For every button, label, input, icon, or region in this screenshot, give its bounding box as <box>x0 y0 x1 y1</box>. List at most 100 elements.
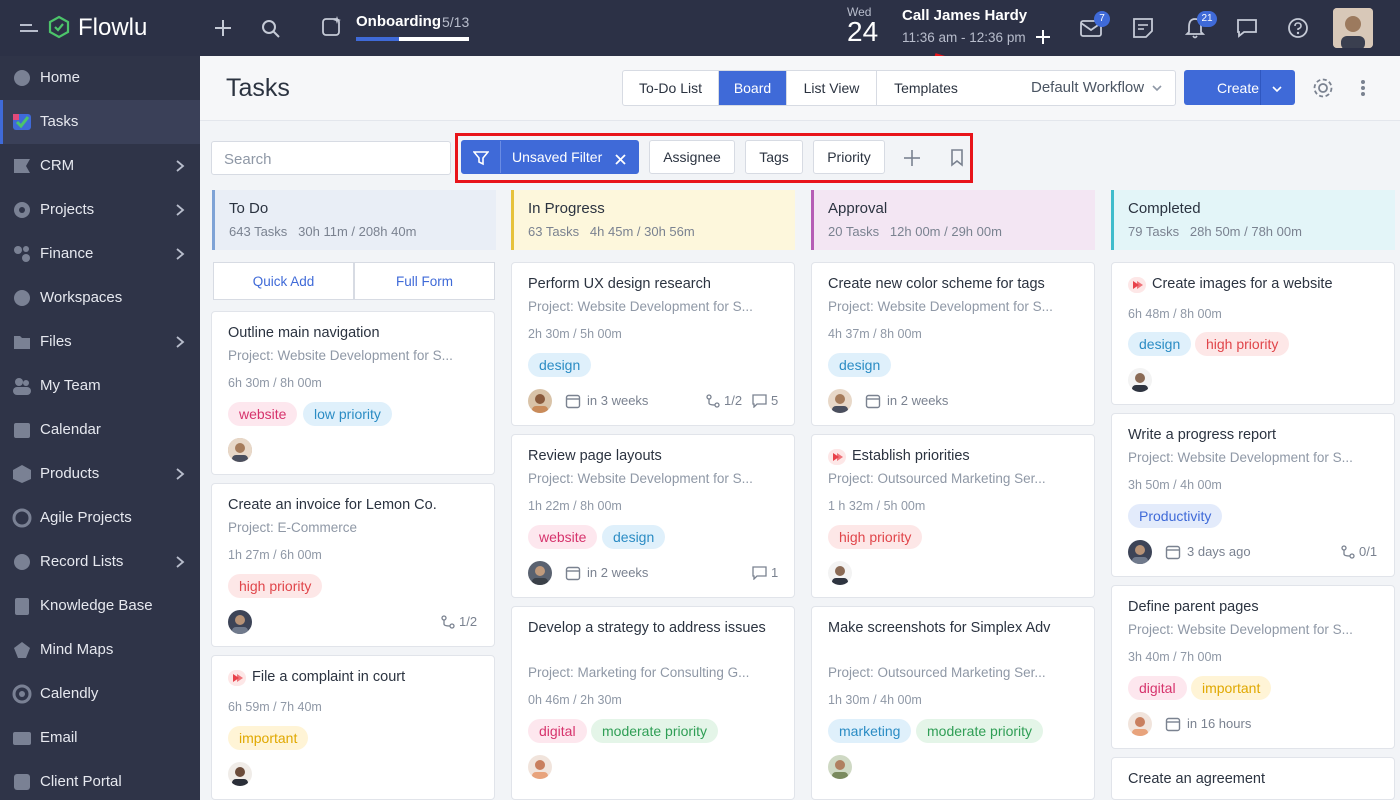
tag[interactable]: high priority <box>1195 332 1290 356</box>
task-title[interactable]: File a complaint in court <box>252 666 507 688</box>
task-title[interactable]: Develop a strategy to address issues <box>528 617 783 639</box>
task-card[interactable]: File a complaint in court 6h 59m / 7h 40… <box>211 655 495 800</box>
task-title[interactable]: Define parent pages <box>1128 596 1383 618</box>
view-list-view[interactable]: List View <box>787 71 877 105</box>
assignee-avatar[interactable] <box>828 389 852 413</box>
quick-add-button[interactable]: Quick Add <box>213 262 354 300</box>
tag[interactable]: important <box>228 726 309 750</box>
sidebar-item-files[interactable]: Files <box>0 320 200 364</box>
event-title[interactable]: Call James Hardy <box>902 7 1027 24</box>
task-card[interactable]: Review page layouts Project: Website Dev… <box>511 434 795 598</box>
sidebar-item-products[interactable]: Products <box>0 452 200 496</box>
workflow-select[interactable]: Default Workflow <box>1031 79 1144 96</box>
sidebar-item-email[interactable]: Email <box>0 716 200 760</box>
menu-icon[interactable] <box>20 20 38 36</box>
task-title[interactable]: Create an invoice for Lemon Co. <box>228 494 483 516</box>
assignee-avatar[interactable] <box>828 755 852 779</box>
bookmark-icon[interactable] <box>950 149 964 167</box>
onboarding-icon[interactable] <box>320 14 344 38</box>
sidebar-item-tasks[interactable]: Tasks <box>0 100 200 144</box>
sidebar-item-home[interactable]: Home <box>0 56 200 100</box>
help-icon[interactable] <box>1287 17 1309 39</box>
sidebar-item-finance[interactable]: Finance <box>0 232 200 276</box>
sidebar-item-calendar[interactable]: Calendar <box>0 408 200 452</box>
search-input[interactable]: Search <box>211 141 451 175</box>
tag[interactable]: design <box>602 525 666 549</box>
task-card[interactable]: Create an invoice for Lemon Co. Project:… <box>211 483 495 647</box>
onboarding-label[interactable]: Onboarding <box>356 13 441 30</box>
assignee-avatar[interactable] <box>1128 368 1152 392</box>
sidebar-item-projects[interactable]: Projects <box>0 188 200 232</box>
tag[interactable]: digital <box>1128 676 1187 700</box>
task-title[interactable]: Create new color scheme for tags <box>828 273 1083 295</box>
tag[interactable]: high priority <box>228 574 323 598</box>
full-form-button[interactable]: Full Form <box>354 262 495 300</box>
assignee-avatar[interactable] <box>528 755 552 779</box>
tag[interactable]: low priority <box>303 402 392 426</box>
task-card[interactable]: Perform UX design research Project: Webs… <box>511 262 795 426</box>
sidebar-item-mind-maps[interactable]: Mind Maps <box>0 628 200 672</box>
tag[interactable]: website <box>228 402 298 426</box>
assignee-filter[interactable]: Assignee <box>649 140 735 174</box>
task-title[interactable]: Review page layouts <box>528 445 783 467</box>
task-title[interactable]: Write a progress report <box>1128 424 1383 446</box>
task-card[interactable]: Create images for a website 6h 48m / 8h … <box>1111 262 1395 405</box>
priority-filter[interactable]: Priority <box>813 140 885 174</box>
task-card[interactable]: Write a progress report Project: Website… <box>1111 413 1395 577</box>
tag[interactable]: website <box>528 525 598 549</box>
tag[interactable]: marketing <box>828 719 912 743</box>
assignee-avatar[interactable] <box>528 389 552 413</box>
sidebar-item-calendly[interactable]: Calendly <box>0 672 200 716</box>
add-event-icon[interactable] <box>1035 29 1051 45</box>
tags-filter[interactable]: Tags <box>745 140 803 174</box>
tag[interactable]: high priority <box>828 525 923 549</box>
chevron-down-icon[interactable] <box>1151 81 1163 93</box>
assignee-avatar[interactable] <box>228 610 252 634</box>
close-icon[interactable] <box>615 152 626 165</box>
add-filter-icon[interactable] <box>903 149 921 167</box>
sidebar-item-crm[interactable]: CRM <box>0 144 200 188</box>
search-icon[interactable] <box>261 19 281 39</box>
task-title[interactable]: Create images for a website <box>1152 273 1400 295</box>
tag[interactable]: design <box>828 353 892 377</box>
tag[interactable]: moderate priority <box>591 719 719 743</box>
view-templates[interactable]: Templates <box>877 71 975 105</box>
sidebar-item-agile-projects[interactable]: Agile Projects <box>0 496 200 540</box>
tag[interactable]: digital <box>528 719 587 743</box>
task-card[interactable]: Create an agreement <box>1111 757 1395 800</box>
assignee-avatar[interactable] <box>228 438 252 462</box>
notes-icon[interactable] <box>1132 17 1154 39</box>
user-avatar[interactable] <box>1333 8 1373 48</box>
plus-icon[interactable] <box>213 18 233 38</box>
assignee-avatar[interactable] <box>1128 712 1152 736</box>
unsaved-filter-chip[interactable]: Unsaved Filter <box>461 140 639 174</box>
task-card[interactable]: Outline main navigation Project: Website… <box>211 311 495 475</box>
create-dropdown-icon[interactable] <box>1271 82 1283 94</box>
tag[interactable]: important <box>1191 676 1272 700</box>
assignee-avatar[interactable] <box>528 561 552 585</box>
assignee-avatar[interactable] <box>1128 540 1152 564</box>
chat-icon[interactable] <box>1236 18 1258 38</box>
sidebar-item-workspaces[interactable]: Workspaces <box>0 276 200 320</box>
task-card[interactable]: Establish priorities Project: Outsourced… <box>811 434 1095 598</box>
tag[interactable]: Productivity <box>1128 504 1223 528</box>
tag[interactable]: moderate priority <box>916 719 1044 743</box>
tag[interactable]: design <box>1128 332 1192 356</box>
create-button[interactable]: Create <box>1184 70 1295 105</box>
task-title[interactable]: Outline main navigation <box>228 322 483 344</box>
task-card[interactable]: Make screenshots for Simplex Adv Project… <box>811 606 1095 800</box>
task-card[interactable]: Define parent pages Project: Website Dev… <box>1111 585 1395 749</box>
task-title[interactable]: Make screenshots for Simplex Adv <box>828 617 1083 639</box>
assignee-avatar[interactable] <box>228 762 252 786</box>
sidebar-item-client-portal[interactable]: Client Portal <box>0 760 200 800</box>
assignee-avatar[interactable] <box>828 561 852 585</box>
task-title[interactable]: Establish priorities <box>852 445 1107 467</box>
task-card[interactable]: Develop a strategy to address issues Pro… <box>511 606 795 800</box>
sidebar-item-record-lists[interactable]: Record Lists <box>0 540 200 584</box>
task-title[interactable]: Create an agreement <box>1128 768 1383 790</box>
sidebar-item-knowledge-base[interactable]: Knowledge Base <box>0 584 200 628</box>
more-options-icon[interactable] <box>1360 79 1366 97</box>
task-title[interactable]: Perform UX design research <box>528 273 783 295</box>
settings-gear-icon[interactable] <box>1312 77 1334 99</box>
tag[interactable]: design <box>528 353 592 377</box>
